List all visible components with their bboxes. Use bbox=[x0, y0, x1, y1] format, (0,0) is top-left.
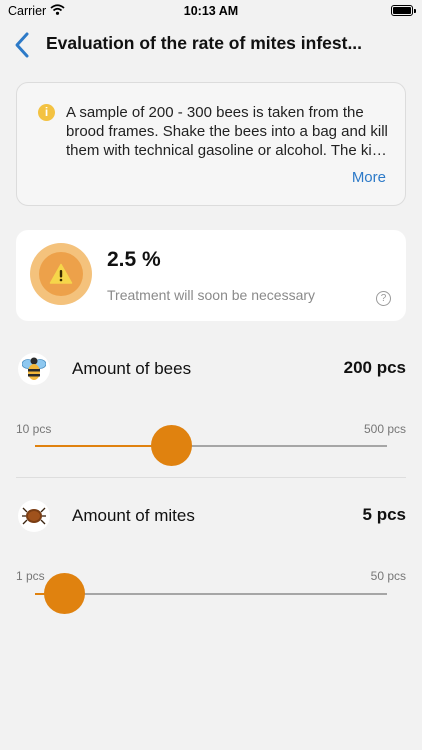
warning-badge bbox=[30, 243, 92, 305]
mites-slider[interactable] bbox=[35, 573, 387, 614]
mites-slider-thumb[interactable] bbox=[43, 573, 85, 614]
divider bbox=[16, 477, 406, 478]
more-link[interactable]: More bbox=[352, 169, 386, 186]
mite-icon bbox=[22, 507, 46, 525]
bees-slider-min: 10 pcs bbox=[16, 422, 52, 436]
bees-slider-max: 500 pcs bbox=[363, 422, 406, 436]
bees-value: 200 pcs bbox=[343, 358, 406, 377]
mites-slider-min: 1 pcs bbox=[16, 569, 45, 583]
info-card: i A sample of 200 - 300 bees is taken fr… bbox=[16, 82, 406, 206]
clock: 10:13 AM bbox=[183, 4, 239, 18]
mites-label: Amount of mites bbox=[72, 506, 195, 525]
infestation-percent: 2.5 % bbox=[107, 248, 161, 271]
page-title: Evaluation of the rate of mites infest..… bbox=[46, 33, 363, 53]
bees-slider-thumb[interactable] bbox=[151, 425, 193, 466]
bees-slider[interactable] bbox=[35, 425, 387, 466]
status-bar: Carrier 10:13 AM bbox=[0, 0, 422, 22]
navigation-bar: Evaluation of the rate of mites infest..… bbox=[0, 22, 422, 68]
battery-icon bbox=[391, 5, 416, 16]
help-icon[interactable]: ? bbox=[376, 291, 391, 306]
mites-slider-max: 50 pcs bbox=[370, 569, 406, 583]
info-description: A sample of 200 - 300 bees is taken from… bbox=[66, 104, 388, 159]
info-icon: i bbox=[38, 104, 55, 121]
result-card: 2.5 % Treatment will soon be necessary ? bbox=[16, 230, 406, 321]
mites-value: 5 pcs bbox=[362, 505, 406, 524]
warning-icon bbox=[49, 263, 73, 284]
bees-label: Amount of bees bbox=[72, 359, 192, 378]
result-status: Treatment will soon be necessary bbox=[107, 287, 316, 303]
chevron-left-icon bbox=[15, 32, 29, 58]
bee-avatar bbox=[18, 353, 50, 385]
bee-icon bbox=[22, 357, 46, 380]
back-button[interactable] bbox=[12, 31, 34, 59]
mite-avatar bbox=[18, 500, 50, 532]
